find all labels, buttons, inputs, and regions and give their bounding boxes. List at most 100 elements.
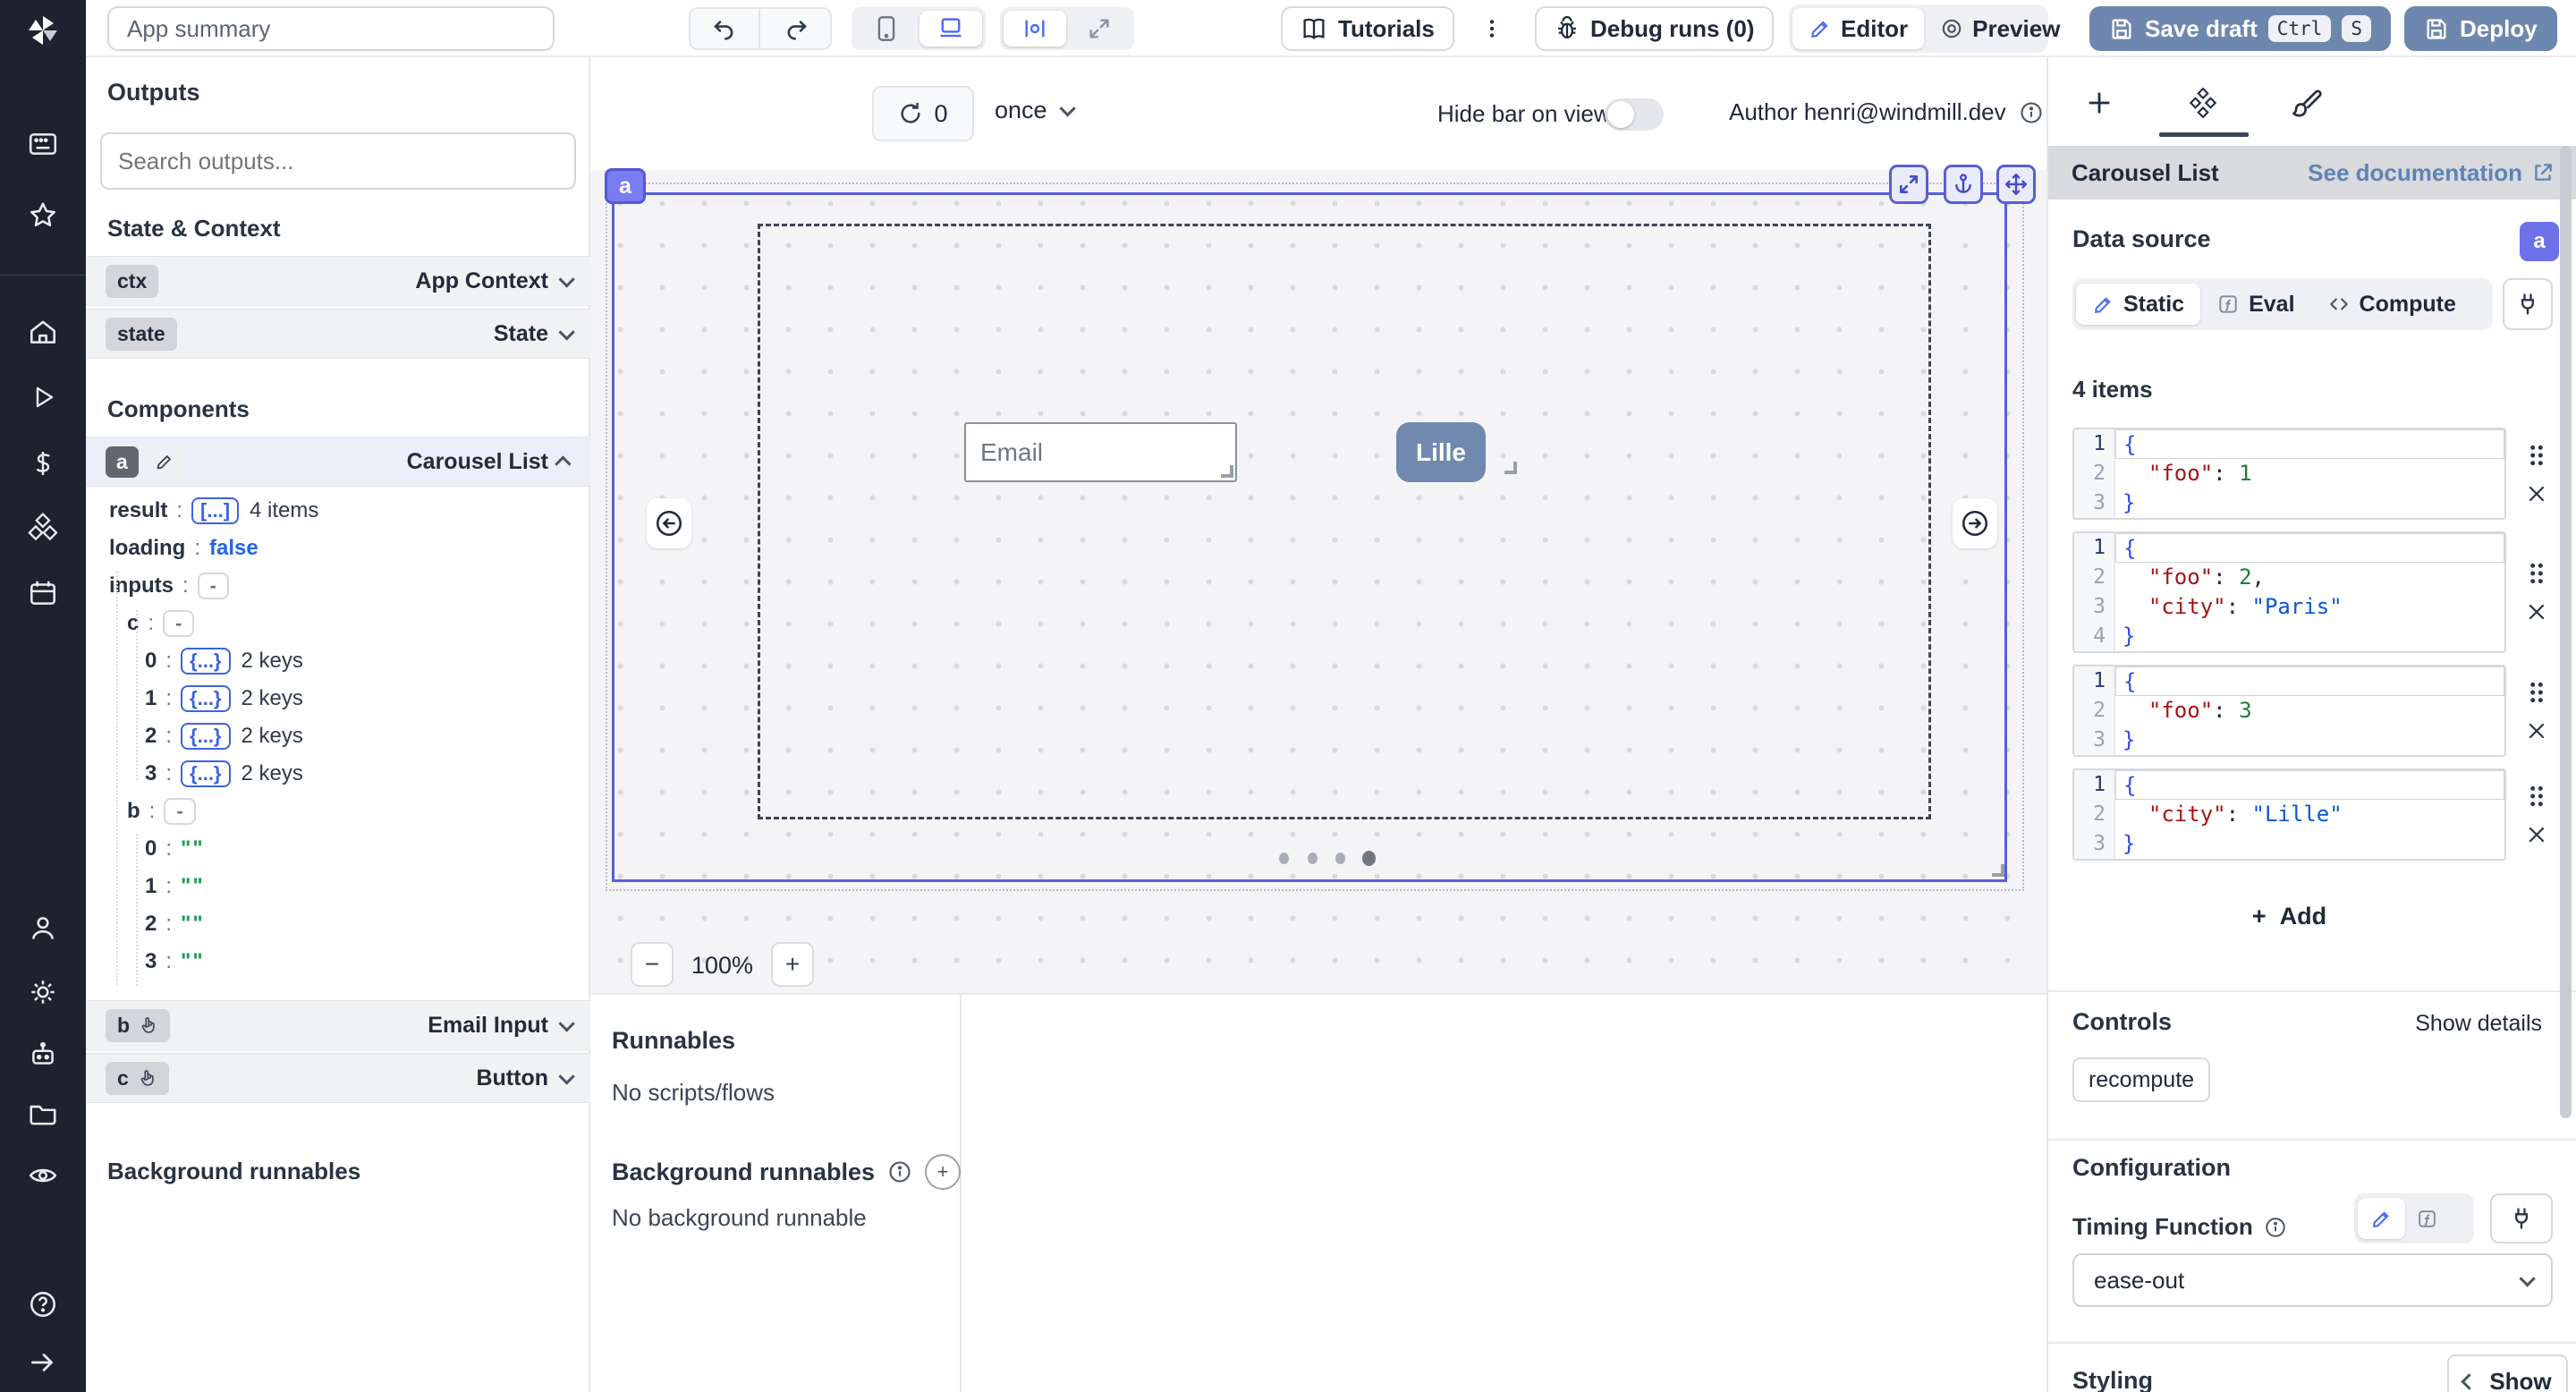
drag-handle-icon[interactable] — [2526, 562, 2547, 585]
tree-row-result[interactable]: result:[...]4 items — [86, 492, 590, 530]
tree-row-1[interactable]: 1:"" — [86, 868, 590, 905]
code-line[interactable]: "foo": 1 — [2115, 459, 2504, 488]
refresh-button[interactable]: 0 — [872, 86, 974, 141]
audit-eye-icon[interactable] — [27, 1159, 59, 1192]
chevron-down-icon[interactable] — [558, 1015, 574, 1031]
more-menu-button[interactable] — [1474, 11, 1510, 47]
fullwidth-layout-button[interactable] — [1068, 11, 1131, 47]
show-details-link[interactable]: Show details — [2415, 1011, 2542, 1037]
delete-item-icon[interactable] — [2526, 824, 2547, 845]
home-icon[interactable] — [27, 317, 59, 349]
static-tab[interactable]: Static — [2076, 284, 2200, 325]
carousel-dot-active[interactable] — [1362, 851, 1376, 866]
settings-tab-active[interactable] — [2182, 82, 2224, 123]
eval-tab[interactable]: Eval — [2200, 284, 2310, 325]
carousel-dot[interactable] — [1308, 853, 1318, 864]
desktop-view-button[interactable] — [919, 11, 982, 47]
app-summary-input[interactable] — [107, 6, 555, 51]
code-line[interactable]: } — [2115, 726, 2504, 755]
redo-button[interactable] — [762, 9, 830, 48]
tree-expand-box[interactable]: - — [198, 573, 229, 599]
json-editor[interactable]: 123{ "city": "Lille"} — [2072, 768, 2506, 861]
resources-icon[interactable] — [27, 512, 59, 544]
expand-component-button[interactable] — [1889, 165, 1928, 204]
favorites-star-icon[interactable] — [27, 199, 59, 232]
tree-expand-box[interactable]: {...} — [181, 685, 230, 712]
anchor-component-button[interactable] — [1944, 165, 1983, 204]
code-line[interactable]: "foo": 3 — [2115, 696, 2504, 726]
runs-icon[interactable] — [28, 382, 58, 412]
drag-handle-icon[interactable] — [2526, 785, 2547, 808]
styling-tab[interactable] — [2286, 82, 2327, 123]
zoom-out-button[interactable]: − — [631, 942, 674, 987]
preview-mode-button[interactable]: Preview — [1924, 8, 2076, 49]
delete-item-icon[interactable] — [2526, 601, 2547, 623]
carousel-dot[interactable] — [1279, 853, 1289, 864]
tree-row-3[interactable]: 3:"" — [86, 943, 590, 980]
tree-row-0[interactable]: 0:{...}2 keys — [86, 642, 590, 680]
code-line[interactable]: { — [2115, 770, 2504, 800]
delete-item-icon[interactable] — [2526, 483, 2547, 505]
timing-plug-button[interactable] — [2490, 1193, 2553, 1243]
tree-row-3[interactable]: 3:{...}2 keys — [86, 755, 590, 793]
app-canvas[interactable]: Email Lille a — [590, 170, 2046, 993]
json-editor[interactable]: 123{ "foo": 3} — [2072, 665, 2506, 757]
recompute-button[interactable]: recompute — [2072, 1057, 2210, 1102]
carousel-prev-button[interactable] — [647, 498, 691, 548]
state-row[interactable]: state State — [86, 309, 590, 359]
code-line[interactable]: "city": "Lille" — [2115, 800, 2504, 829]
code-line[interactable]: { — [2115, 429, 2504, 459]
help-icon[interactable] — [27, 1288, 59, 1320]
code-line[interactable]: "foo": 2, — [2115, 563, 2504, 592]
json-editor[interactable]: 1234{ "foo": 2, "city": "Paris"} — [2072, 531, 2506, 653]
timing-function-select[interactable]: ease-out — [2072, 1253, 2553, 1307]
ctx-row[interactable]: ctx App Context — [86, 256, 590, 306]
mobile-view-button[interactable] — [855, 11, 918, 47]
email-input-component[interactable]: Email — [964, 422, 1237, 482]
add-item-button[interactable]: + Add — [2072, 903, 2506, 930]
timing-eval-tab[interactable] — [2405, 1198, 2449, 1239]
carousel-component-row[interactable]: a Carousel List — [86, 437, 590, 487]
code-line[interactable]: } — [2115, 488, 2504, 518]
variables-icon[interactable] — [28, 448, 58, 479]
carousel-inner-container[interactable] — [758, 224, 1931, 819]
insert-tab[interactable] — [2079, 82, 2120, 123]
move-component-button[interactable] — [1996, 165, 2036, 204]
editor-mode-button[interactable]: Editor — [1792, 8, 1924, 49]
debug-runs-button[interactable]: Debug runs (0) — [1535, 6, 1774, 51]
tree-row-c[interactable]: c:- — [86, 605, 590, 642]
chevron-down-icon[interactable] — [558, 1068, 574, 1084]
undo-button[interactable] — [691, 9, 760, 48]
json-editor[interactable]: 123{ "foo": 1} — [2072, 428, 2506, 520]
info-icon[interactable] — [887, 1159, 912, 1184]
drag-handle-icon[interactable] — [2526, 681, 2547, 704]
delete-item-icon[interactable] — [2526, 720, 2547, 742]
tree-row-1[interactable]: 1:{...}2 keys — [86, 680, 590, 717]
see-documentation-link[interactable]: See documentation — [2308, 159, 2555, 187]
schedules-icon[interactable] — [27, 577, 59, 609]
apps-icon[interactable] — [27, 128, 59, 160]
drag-handle-icon[interactable] — [2526, 444, 2547, 467]
button-component[interactable]: Lille — [1396, 422, 1486, 482]
tree-row-2[interactable]: 2:"" — [86, 905, 590, 943]
compute-tab[interactable]: Compute — [2311, 284, 2472, 325]
tree-row-b[interactable]: b:- — [86, 793, 590, 830]
hide-bar-toggle[interactable] — [1605, 98, 1664, 131]
timing-static-tab[interactable] — [2358, 1198, 2405, 1239]
tree-row-inputs[interactable]: inputs:- — [86, 567, 590, 605]
deploy-button[interactable]: Deploy — [2404, 6, 2557, 51]
tree-expand-box[interactable]: - — [164, 798, 195, 825]
resize-handle[interactable] — [1221, 465, 1233, 478]
tree-expand-box[interactable]: [...] — [191, 497, 239, 524]
tree-expand-box[interactable]: {...} — [181, 648, 230, 675]
ai-robot-icon[interactable] — [27, 1039, 59, 1071]
chevron-down-icon[interactable] — [558, 324, 574, 340]
resize-handle[interactable] — [1504, 462, 1517, 474]
add-background-runnable-button[interactable]: + — [925, 1154, 961, 1190]
carousel-selection[interactable]: Email Lille — [612, 192, 2007, 882]
component-resize-handle[interactable] — [1992, 864, 2004, 877]
settings-gear-icon[interactable] — [27, 976, 59, 1008]
tree-row-loading[interactable]: loading:false — [86, 530, 590, 567]
chevron-up-icon[interactable] — [555, 455, 571, 471]
windmill-logo[interactable] — [23, 11, 63, 50]
